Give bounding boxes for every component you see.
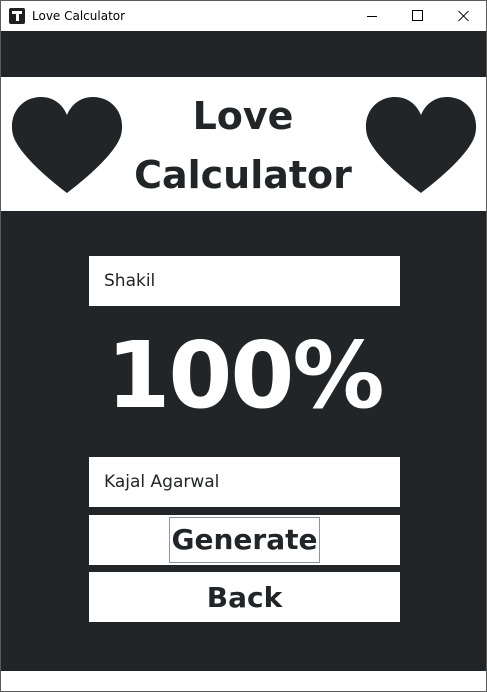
bottom-strip [1,671,486,691]
close-icon [457,10,469,22]
app-window: Love Calculator Love Calculator Shakil 1… [0,0,487,692]
header-panel: Love Calculator [1,77,486,211]
back-button-label: Back [206,580,283,614]
love-percentage: 100% [106,322,384,429]
close-button[interactable] [440,1,486,31]
title-line-love: Love [192,94,294,138]
generate-button-label: Generate [168,517,321,563]
app-icon [9,8,25,24]
first-name-value: Shakil [104,271,156,291]
heart-icon [11,97,123,193]
app-content: Love Calculator Shakil 100% Kajal Agarwa… [1,31,486,671]
second-name-input[interactable]: Kajal Agarwal [89,457,400,507]
back-button[interactable]: Back [89,572,400,622]
minimize-button[interactable] [348,1,394,31]
generate-button[interactable]: Generate [89,515,400,565]
minimize-icon [367,16,377,17]
heart-icon [365,97,477,193]
page-title: Love Calculator [121,87,365,205]
maximize-icon [412,10,423,21]
second-name-value: Kajal Agarwal [104,472,220,492]
title-bar[interactable]: Love Calculator [1,1,486,31]
first-name-input[interactable]: Shakil [89,256,400,306]
window-title: Love Calculator [32,9,126,23]
maximize-button[interactable] [394,1,440,31]
title-line-calculator: Calculator [134,153,352,197]
